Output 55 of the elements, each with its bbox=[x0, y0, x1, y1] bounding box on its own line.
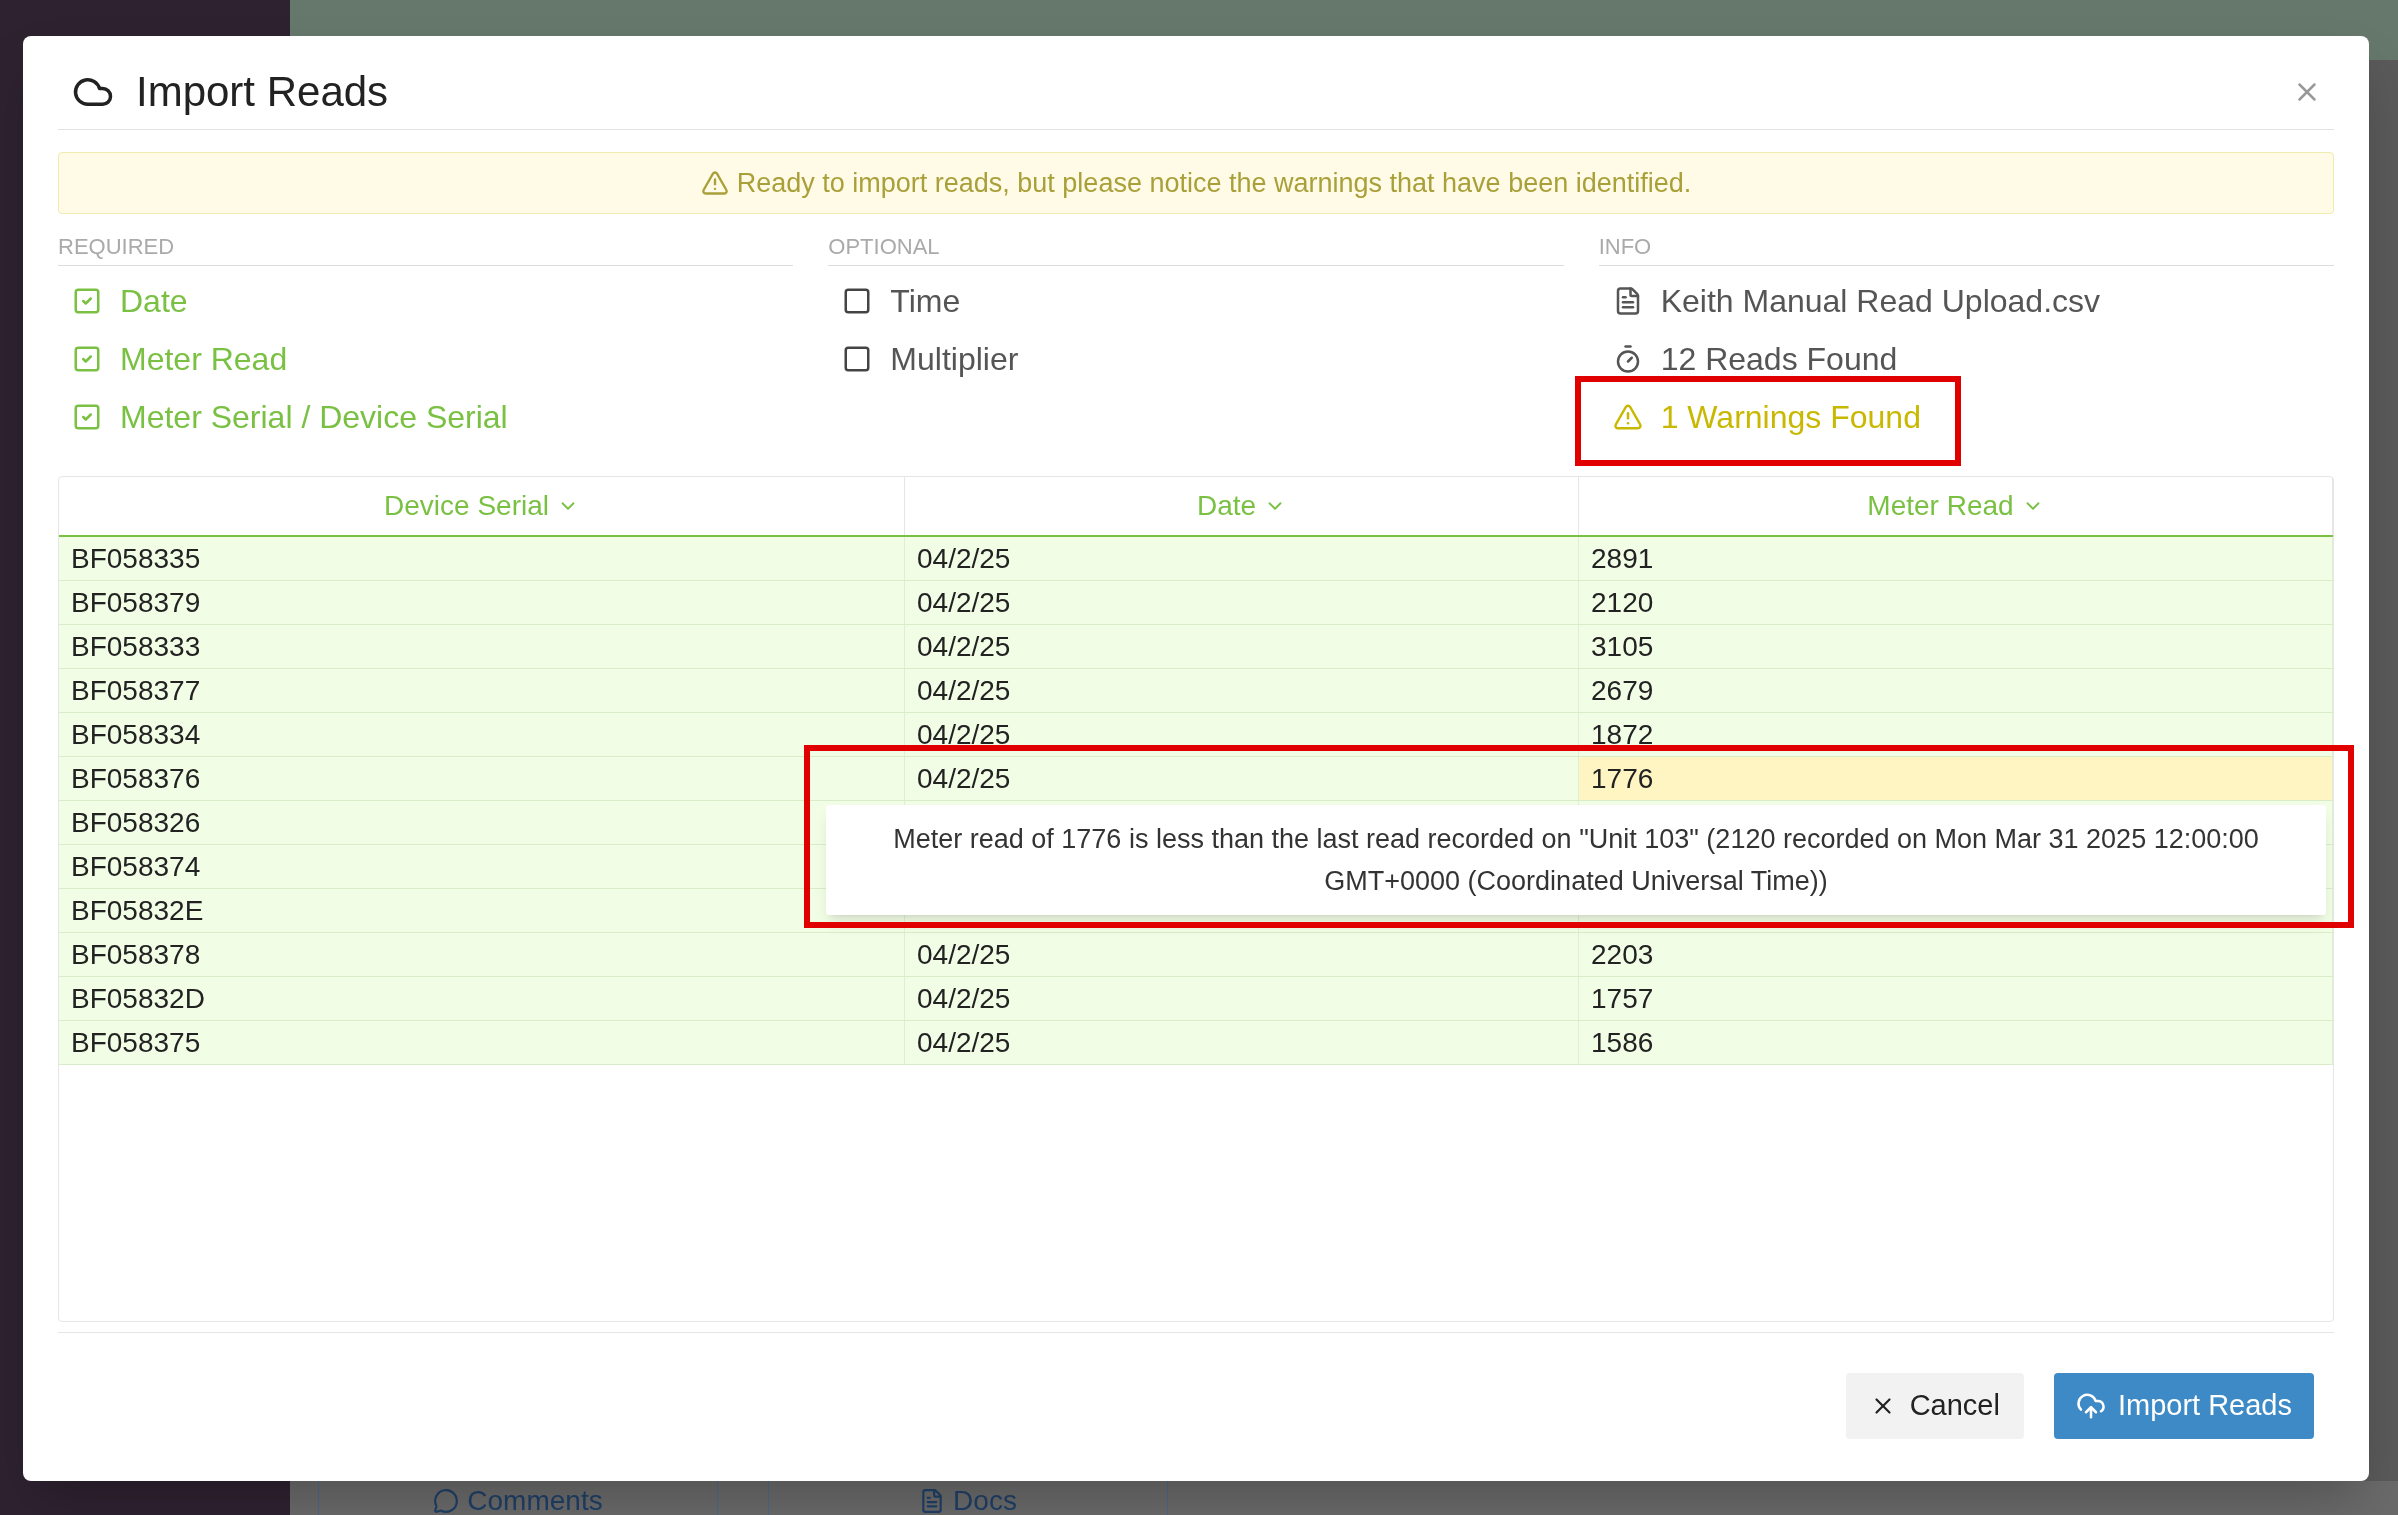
tab-label: Comments bbox=[467, 1484, 603, 1515]
option-label: Keith Manual Read Upload.csv bbox=[1660, 282, 2100, 321]
table-cell: BF058334 bbox=[59, 713, 905, 756]
table-cell: 1586 bbox=[1579, 1021, 2333, 1064]
checked-checkbox-icon[interactable] bbox=[72, 286, 102, 316]
table-cell: 1872 bbox=[1579, 713, 2333, 756]
option-label: Meter Read bbox=[120, 340, 288, 379]
table-cell: BF058335 bbox=[59, 537, 905, 580]
column-header[interactable]: Date bbox=[905, 477, 1579, 535]
table-cell: 04/2/25 bbox=[905, 669, 1579, 712]
checked-checkbox-icon[interactable] bbox=[72, 402, 102, 432]
table-cell: BF05832D bbox=[59, 977, 905, 1020]
import-button[interactable]: Import Reads bbox=[2053, 1373, 2314, 1439]
option-label: Time bbox=[890, 282, 961, 321]
table-cell: BF058378 bbox=[59, 933, 905, 976]
option-label: 12 Reads Found bbox=[1660, 340, 1898, 379]
checked-checkbox-icon[interactable] bbox=[72, 344, 102, 374]
table-cell: 1757 bbox=[1579, 977, 2333, 1020]
table-cell: 2120 bbox=[1579, 581, 2333, 624]
table-cell: BF058375 bbox=[59, 1021, 905, 1064]
checkbox-icon[interactable] bbox=[842, 344, 873, 374]
comment-icon bbox=[433, 1488, 460, 1514]
column-header[interactable]: Device Serial bbox=[59, 477, 905, 535]
cancel-button[interactable]: Cancel bbox=[1845, 1373, 2024, 1439]
warning-icon bbox=[1612, 402, 1643, 432]
table-cell: 2891 bbox=[1579, 537, 2333, 580]
section-heading: INFO bbox=[1598, 230, 2334, 266]
table-cell: 04/2/25 bbox=[905, 933, 1579, 976]
table-cell: 04/2/25 bbox=[905, 581, 1579, 624]
dialog-title: Import Reads bbox=[136, 67, 389, 117]
table-cell: BF058377 bbox=[59, 669, 905, 712]
table-cell: 2203 bbox=[1579, 933, 2333, 976]
table-cell: 04/2/25 bbox=[905, 1021, 1579, 1064]
tab-label: Docs bbox=[953, 1484, 1017, 1515]
option-label: 1 Warnings Found bbox=[1660, 398, 1921, 437]
option-label: Multiplier bbox=[890, 340, 1019, 379]
warning-icon bbox=[700, 169, 729, 197]
section-heading: OPTIONAL bbox=[828, 230, 1564, 266]
banner-text: Ready to import reads, but please notice the warnings that have been identified. bbox=[736, 166, 1692, 200]
upload-icon bbox=[2075, 1391, 2106, 1421]
table-cell: BF058333 bbox=[59, 625, 905, 668]
table-cell: 04/2/25 bbox=[905, 537, 1579, 580]
column-header[interactable]: Meter Read bbox=[1579, 477, 2333, 535]
table-cell: 3105 bbox=[1579, 625, 2333, 668]
option-label: Meter Serial / Device Serial bbox=[120, 398, 508, 437]
table-cell: 1776 bbox=[1579, 757, 2333, 800]
option-label: Date bbox=[120, 282, 188, 321]
table-cell: 04/2/25 bbox=[905, 713, 1579, 756]
table-cell: 04/2/25 bbox=[905, 625, 1579, 668]
table-cell: 2679 bbox=[1579, 669, 2333, 712]
table-cell: BF058376 bbox=[59, 757, 905, 800]
section-heading: REQUIRED bbox=[58, 230, 794, 266]
checkbox-icon[interactable] bbox=[842, 286, 873, 316]
table-cell: BF058379 bbox=[59, 581, 905, 624]
table-cell: 04/2/25 bbox=[905, 977, 1579, 1020]
